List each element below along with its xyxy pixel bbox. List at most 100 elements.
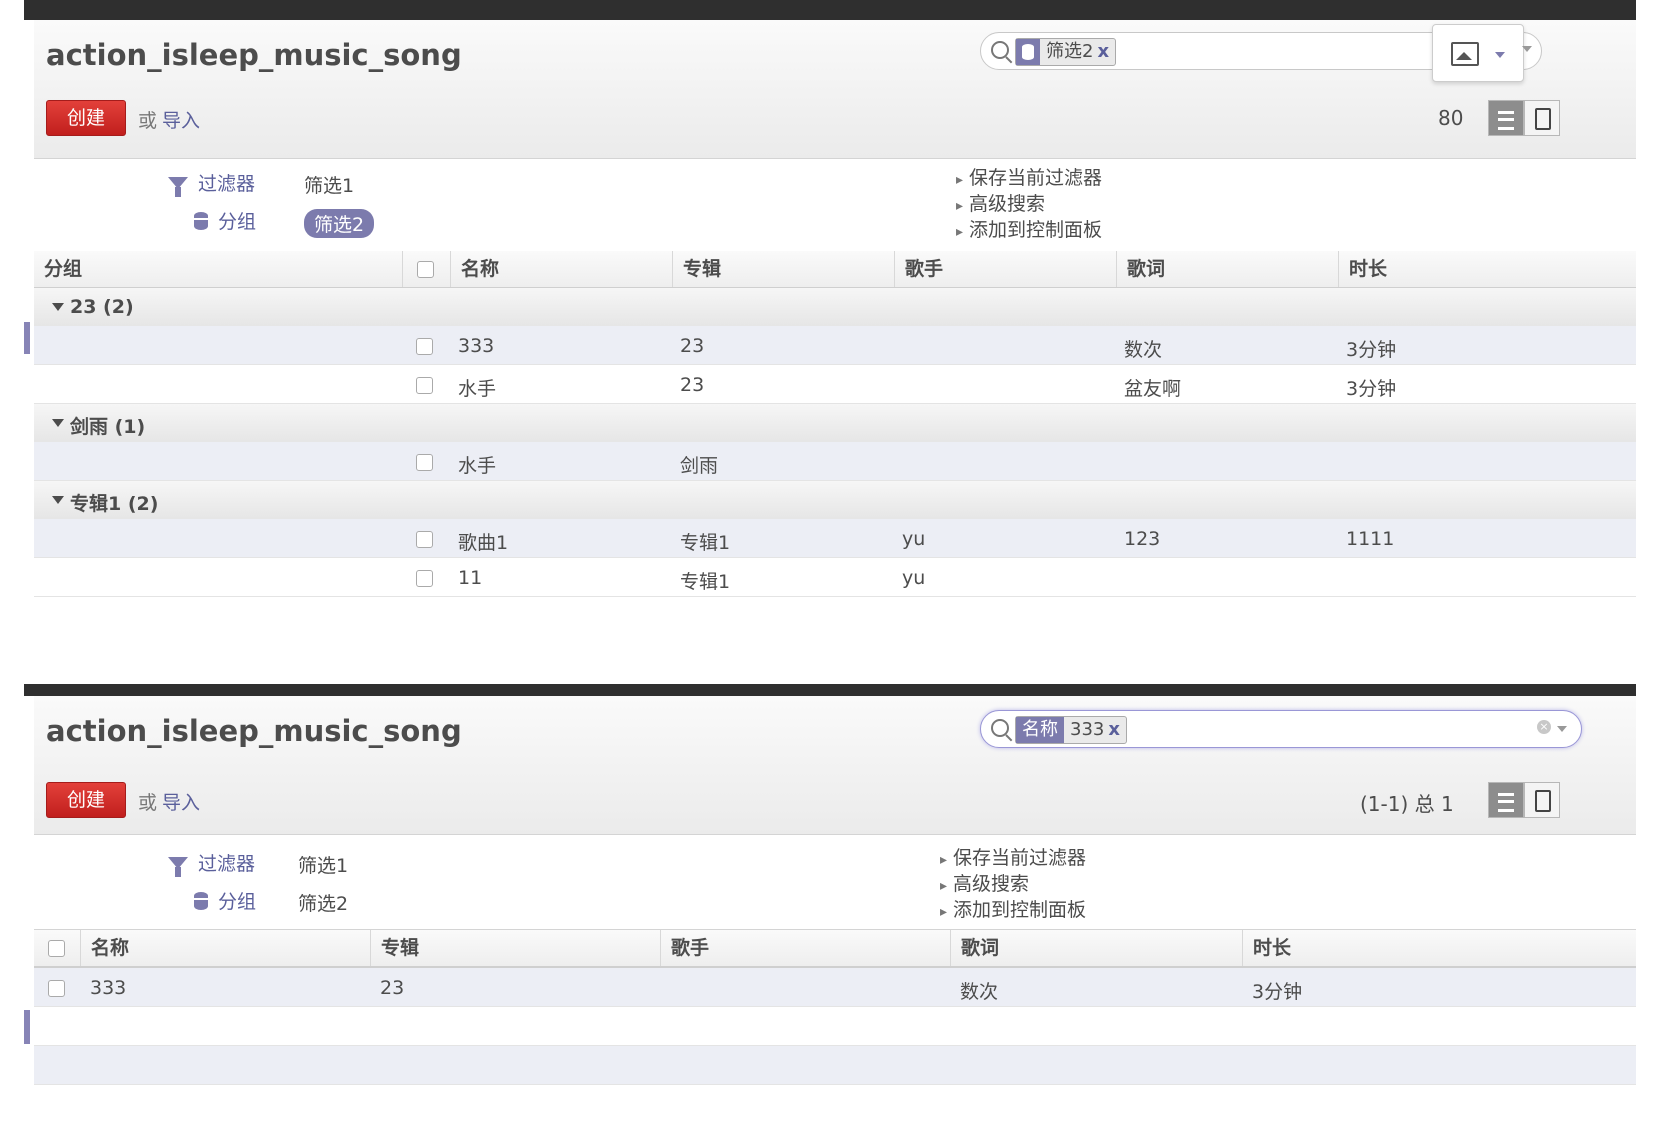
table-row[interactable]: 水手 剑雨 bbox=[34, 442, 1636, 481]
group-label: 分组 bbox=[194, 887, 256, 914]
cell-name: 333 bbox=[90, 977, 127, 999]
table-row[interactable]: 333 23 数次 3分钟 bbox=[34, 968, 1636, 1007]
cell-name: 水手 bbox=[458, 455, 497, 477]
image-dropdown[interactable] bbox=[1432, 24, 1524, 82]
filter-label: 过滤器 bbox=[168, 849, 255, 877]
pager-value[interactable]: (1-1) 总 1 bbox=[1360, 788, 1454, 817]
view-switcher bbox=[1488, 782, 1560, 818]
search-box[interactable]: 名称 333 x × bbox=[980, 710, 1582, 748]
row-checkbox[interactable] bbox=[416, 570, 433, 587]
group-row[interactable]: 专辑1 (2) bbox=[34, 481, 1636, 519]
cell-lyrics: 盆友啊 bbox=[1124, 378, 1182, 400]
form-view-button[interactable] bbox=[1524, 782, 1560, 818]
search-options-caret-icon[interactable] bbox=[1522, 46, 1532, 52]
database-icon bbox=[1016, 39, 1040, 65]
control-panel: action_isleep_music_song 筛选2 x 创建 或 导入 8… bbox=[34, 20, 1636, 159]
facet-remove-button[interactable]: x bbox=[1097, 39, 1115, 65]
selected-row-marker bbox=[24, 1010, 30, 1044]
form-view-icon bbox=[1535, 790, 1551, 812]
table-row[interactable]: 333 23 数次 3分钟 bbox=[34, 326, 1636, 365]
cell-name: 11 bbox=[458, 567, 483, 589]
column-singer[interactable]: 歌手 bbox=[660, 930, 950, 966]
column-lyrics[interactable]: 歌词 bbox=[1116, 251, 1338, 287]
database-icon bbox=[194, 891, 208, 910]
table-header: 名称 专辑 歌手 歌词 时长 bbox=[34, 930, 1636, 968]
pager-value[interactable]: 80 bbox=[1438, 106, 1463, 130]
group-label-text: 23 (2) bbox=[70, 296, 134, 318]
top-navbar bbox=[24, 0, 1636, 20]
row-checkbox[interactable] bbox=[48, 980, 65, 997]
column-album[interactable]: 专辑 bbox=[370, 930, 660, 966]
group-row[interactable]: 23 (2) bbox=[34, 288, 1636, 326]
column-select-all bbox=[34, 930, 80, 966]
facet-remove-button[interactable]: x bbox=[1108, 717, 1126, 743]
cell-singer: yu bbox=[902, 567, 926, 589]
add-to-dashboard-link[interactable]: 添加到控制面板 bbox=[956, 215, 1102, 242]
filter-option[interactable]: 筛选1 bbox=[298, 851, 348, 878]
caret-down-icon bbox=[52, 303, 64, 311]
search-facet[interactable]: 名称 333 x bbox=[1015, 716, 1127, 744]
column-lyrics[interactable]: 歌词 bbox=[950, 930, 1242, 966]
page-title: action_isleep_music_song bbox=[46, 38, 462, 72]
advanced-search-link[interactable]: 高级搜索 bbox=[940, 869, 1029, 896]
cell-name: 333 bbox=[458, 335, 495, 357]
column-duration[interactable]: 时长 bbox=[1338, 251, 1636, 287]
save-filter-link[interactable]: 保存当前过滤器 bbox=[956, 163, 1102, 190]
table-row[interactable]: 水手 23 盆友啊 3分钟 bbox=[34, 365, 1636, 404]
cell-album: 专辑1 bbox=[680, 571, 731, 593]
column-duration[interactable]: 时长 bbox=[1242, 930, 1636, 966]
search-drawer: 过滤器 分组 筛选1 筛选2 保存当前过滤器 高级搜索 添加到控制面板 bbox=[34, 835, 1636, 930]
select-all-checkbox[interactable] bbox=[417, 261, 434, 278]
facet-value: 筛选2 bbox=[1046, 41, 1094, 62]
column-group[interactable]: 分组 bbox=[34, 251, 402, 287]
table-row[interactable]: 11 专辑1 yu bbox=[34, 558, 1636, 597]
save-filter-link[interactable]: 保存当前过滤器 bbox=[940, 843, 1086, 870]
select-all-checkbox[interactable] bbox=[48, 940, 65, 957]
list-view-icon bbox=[1498, 793, 1514, 812]
form-view-button[interactable] bbox=[1524, 100, 1560, 136]
create-button[interactable]: 创建 bbox=[46, 100, 126, 136]
empty-row bbox=[34, 1007, 1636, 1046]
row-checkbox[interactable] bbox=[416, 531, 433, 548]
search-icon bbox=[991, 41, 1009, 59]
column-select-all bbox=[402, 251, 450, 287]
list-view-button[interactable] bbox=[1488, 782, 1524, 818]
table-header: 分组 名称 专辑 歌手 歌词 时长 bbox=[34, 251, 1636, 289]
row-checkbox[interactable] bbox=[416, 338, 433, 355]
import-link[interactable]: 导入 bbox=[162, 106, 200, 133]
advanced-search-link[interactable]: 高级搜索 bbox=[956, 189, 1045, 216]
group-row[interactable]: 剑雨 (1) bbox=[34, 404, 1636, 442]
row-checkbox[interactable] bbox=[416, 454, 433, 471]
clear-icon[interactable]: × bbox=[1537, 720, 1551, 734]
facet-category: 名称 bbox=[1016, 717, 1064, 743]
cell-album: 23 bbox=[380, 977, 405, 999]
view-switcher bbox=[1488, 100, 1560, 136]
page-title: action_isleep_music_song bbox=[46, 714, 462, 748]
create-button[interactable]: 创建 bbox=[46, 782, 126, 818]
filter-label: 过滤器 bbox=[168, 169, 255, 197]
cell-duration: 3分钟 bbox=[1346, 339, 1397, 361]
group-option-selected[interactable]: 筛选2 bbox=[304, 209, 375, 238]
list-view-icon bbox=[1498, 111, 1514, 130]
search-options-caret-icon[interactable] bbox=[1557, 726, 1567, 732]
list-view-button[interactable] bbox=[1488, 100, 1524, 136]
column-name[interactable]: 名称 bbox=[450, 251, 672, 287]
caret-down-icon bbox=[52, 419, 64, 427]
add-to-dashboard-link[interactable]: 添加到控制面板 bbox=[940, 895, 1086, 922]
cell-name: 水手 bbox=[458, 378, 497, 400]
import-link[interactable]: 导入 bbox=[162, 788, 200, 815]
filter-option[interactable]: 筛选1 bbox=[304, 171, 354, 198]
top-navbar bbox=[24, 684, 1636, 696]
row-checkbox[interactable] bbox=[416, 377, 433, 394]
search-facet[interactable]: 筛选2 x bbox=[1015, 38, 1117, 66]
table-row[interactable]: 歌曲1 专辑1 yu 123 1111 bbox=[34, 519, 1636, 558]
cell-duration: 1111 bbox=[1346, 528, 1395, 550]
group-option[interactable]: 筛选2 bbox=[298, 889, 348, 916]
cell-album: 专辑1 bbox=[680, 532, 731, 554]
column-name[interactable]: 名称 bbox=[80, 930, 370, 966]
column-singer[interactable]: 歌手 bbox=[894, 251, 1116, 287]
column-album[interactable]: 专辑 bbox=[672, 251, 894, 287]
caret-down-icon bbox=[1495, 52, 1505, 58]
grouped-list-view-panel: action_isleep_music_song 筛选2 x 创建 或 导入 8… bbox=[24, 0, 1636, 622]
search-icon bbox=[991, 719, 1009, 737]
